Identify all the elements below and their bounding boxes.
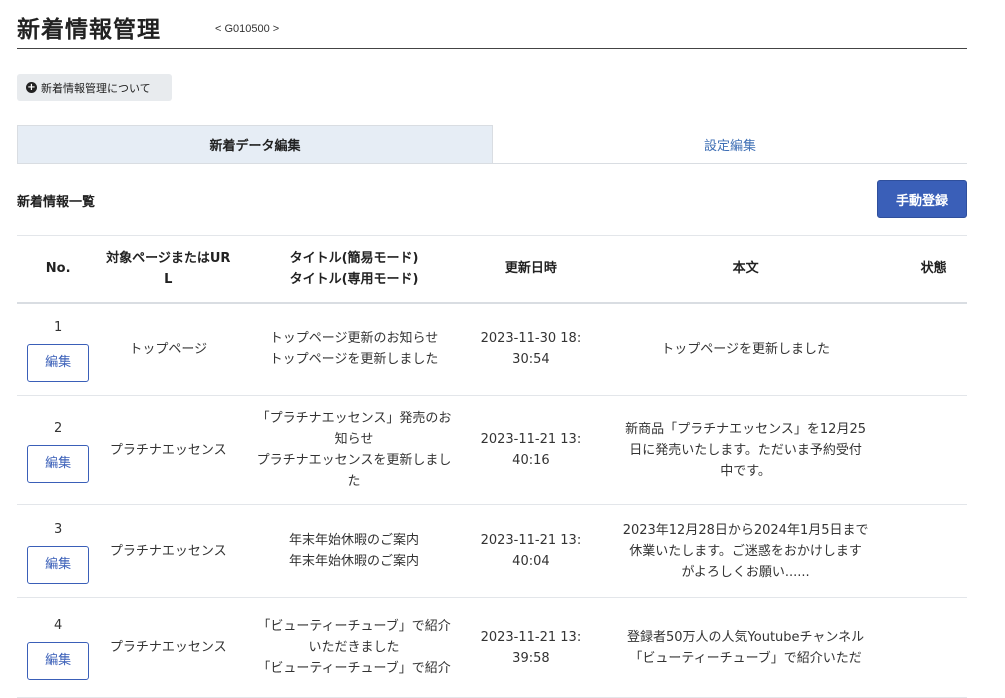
news-table: No. 対象ページまたはUR L タイトル(簡易モード) タイトル(専用モード) 更… <box>17 235 967 698</box>
cell-target: プラチナエッセンス <box>109 442 227 458</box>
cell-no: 4 編集 <box>17 598 99 698</box>
edit-button[interactable]: 編集 <box>27 343 90 382</box>
tab-news-data-edit[interactable]: 新着データ編集 <box>17 125 493 163</box>
cell-title: 「プラチナエッセンス」発売のお 知らせ プラチナエッセンスを更新しまし た <box>256 411 452 489</box>
cell-no: 1 編集 <box>17 303 99 396</box>
updated-line2: 40:04 <box>512 554 550 569</box>
cell-target: プラチナエッセンス <box>109 640 227 655</box>
cell-target: トップページ <box>129 341 208 357</box>
header-title-line1: タイトル(簡易モード) <box>289 250 419 266</box>
table-row: 3 編集 プラチナエッセンス 年末年始休暇のご案内 年末年始休暇のご案内 2023-11… <box>17 505 967 598</box>
cell-updated: 2023-11-21 13: 40:04 <box>471 505 591 598</box>
page-title: 新着情報管理 <box>17 17 161 43</box>
updated-line1: 2023-11-21 13: <box>480 629 582 645</box>
cell-no: 2 編集 <box>17 396 99 505</box>
updated-line2: 39:58 <box>512 650 550 666</box>
cell-status <box>900 396 967 505</box>
cell-body: 2023年12月28日から2024年1月5日まで 休業いたします。ご迷惑をおかけ… <box>622 522 869 580</box>
cell-no: 3 編集 <box>17 505 99 598</box>
row-number: 4 <box>54 618 63 633</box>
row-number: 2 <box>54 420 63 436</box>
updated-line2: 40:16 <box>512 453 550 468</box>
cell-title: トップページ更新のお知らせ トップページを更新しました <box>269 331 439 368</box>
cell-updated: 2023-11-30 18: 30:54 <box>471 303 591 396</box>
tab-settings-edit[interactable]: 設定編集 <box>493 125 967 163</box>
section-title: 新着情報一覧 <box>17 195 96 210</box>
header-target-line2: L <box>164 271 173 287</box>
cell-updated: 2023-11-21 13: 40:16 <box>471 396 591 505</box>
cell-title: 「ビューティーチューブ」で紹介 いただきました 「ビューティーチューブ」で紹介 <box>257 619 451 676</box>
header-status: 状態 <box>920 261 947 277</box>
plus-circle-icon: + <box>26 82 37 93</box>
updated-line2: 30:54 <box>512 352 550 368</box>
cell-body: 新商品「プラチナエッセンス」を12月25 日に発売いたします。ただいま予約受付 … <box>625 421 866 479</box>
edit-button[interactable]: 編集 <box>27 642 90 680</box>
table-row: 2 編集 プラチナエッセンス 「プラチナエッセンス」発売のお 知らせ プラチナエッセン… <box>17 396 967 505</box>
table-row: 4 編集 プラチナエッセンス 「ビューティーチューブ」で紹介 いただきました 「ビュー… <box>17 598 967 698</box>
header-title-line2: タイトル(専用モード) <box>289 271 419 287</box>
header-title: タイトル(簡易モード) タイトル(専用モード) <box>237 236 471 303</box>
cell-body: 登録者50万人の人気Youtubeチャンネル 「ビューティーチューブ」で紹介いた… <box>627 629 865 666</box>
header-updated: 更新日時 <box>504 261 557 277</box>
updated-line1: 2023-11-21 13: <box>480 533 582 548</box>
updated-line1: 2023-11-30 18: <box>480 331 582 347</box>
table-row: 1 編集 トップページ トップページ更新のお知らせ トップページを更新しました 2023… <box>17 303 967 396</box>
row-number: 1 <box>54 319 63 335</box>
edit-button[interactable]: 編集 <box>27 545 90 584</box>
screen-code: < G010500 > <box>215 23 280 35</box>
cell-body: トップページを更新しました <box>661 341 830 357</box>
about-button[interactable]: + 新着情報管理について <box>17 74 172 101</box>
about-button-label: 新着情報管理について <box>41 81 151 95</box>
header-target: 対象ページまたはUR L <box>99 236 237 303</box>
cell-target: プラチナエッセンス <box>109 543 227 559</box>
table-header-row: No. 対象ページまたはUR L タイトル(簡易モード) タイトル(専用モード) 更… <box>17 235 967 303</box>
cell-title: 年末年始休暇のご案内 年末年始休暇のご案内 <box>289 533 420 569</box>
tab-bar: 新着データ編集 設定編集 <box>17 125 967 164</box>
edit-button[interactable]: 編集 <box>27 444 90 483</box>
cell-status <box>900 598 967 698</box>
updated-line1: 2023-11-21 13: <box>480 432 582 447</box>
cell-updated: 2023-11-21 13: 39:58 <box>471 598 591 698</box>
page-header: 新着情報管理 < G010500 > <box>17 0 967 49</box>
header-body: 本文 <box>732 261 759 277</box>
manual-register-button[interactable]: 手動登録 <box>877 180 967 218</box>
cell-status <box>900 303 967 396</box>
cell-status <box>900 505 967 598</box>
row-number: 3 <box>54 521 63 537</box>
header-target-line1: 対象ページまたはUR <box>106 250 231 266</box>
header-no: No. <box>45 261 71 277</box>
